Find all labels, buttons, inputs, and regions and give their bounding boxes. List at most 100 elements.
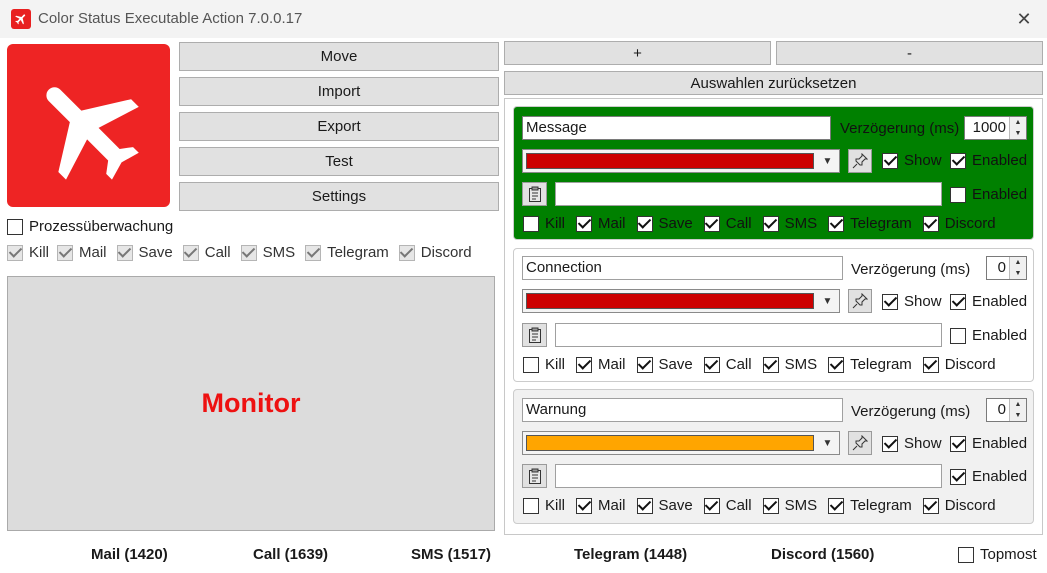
chevron-down-icon[interactable]: ▼ [816, 290, 839, 312]
process-monitoring-checkbox[interactable]: Prozessüberwachung [7, 218, 173, 235]
checkbox-box[interactable] [703, 215, 720, 232]
checkbox-box[interactable] [762, 356, 779, 373]
option-call[interactable]: Call [703, 497, 752, 514]
enabled-checkbox[interactable]: Enabled [950, 293, 1027, 310]
checkbox-box[interactable] [240, 244, 257, 261]
checkbox-box[interactable] [7, 244, 23, 261]
topmost-checkbox[interactable]: Topmost [958, 546, 1037, 563]
delay-stepper[interactable]: 1000 ▲ ▼ [964, 116, 1027, 140]
checkbox-box[interactable] [57, 244, 74, 261]
option-telegram[interactable]: Telegram [828, 497, 912, 514]
checkbox-box[interactable] [762, 215, 779, 232]
checkbox-box[interactable] [950, 327, 966, 344]
show-checkbox[interactable]: Show [882, 293, 942, 310]
global-option-telegram[interactable]: Telegram [305, 244, 389, 261]
checkbox-box[interactable] [950, 468, 966, 485]
option-sms[interactable]: SMS [762, 215, 817, 232]
chevron-down-icon[interactable]: ▼ [816, 150, 839, 172]
checkbox-box[interactable] [922, 215, 939, 232]
option-discord[interactable]: Discord [922, 215, 996, 232]
browse-exec-button[interactable] [522, 323, 547, 347]
option-kill[interactable]: Kill [523, 497, 565, 514]
exec-enabled-checkbox[interactable]: Enabled [950, 186, 1027, 203]
option-save[interactable]: Save [636, 497, 693, 514]
exec-enabled-checkbox[interactable]: Enabled [950, 327, 1027, 344]
browse-exec-button[interactable] [522, 182, 547, 206]
add-button[interactable]: + [504, 41, 771, 65]
checkbox-box[interactable] [703, 356, 720, 373]
spin-down-icon[interactable]: ▼ [1010, 128, 1026, 139]
exec-path-input[interactable] [555, 464, 942, 488]
checkbox-box[interactable] [305, 244, 322, 261]
color-select[interactable]: ▼ [522, 289, 840, 313]
checkbox-box[interactable] [182, 244, 199, 261]
option-mail[interactable]: Mail [576, 215, 626, 232]
delay-stepper[interactable]: 0 ▲ ▼ [986, 398, 1027, 422]
option-mail[interactable]: Mail [576, 497, 626, 514]
test-button[interactable]: Test [179, 147, 499, 176]
pin-button[interactable] [848, 289, 872, 313]
global-option-sms[interactable]: SMS [240, 244, 295, 261]
option-telegram[interactable]: Telegram [828, 356, 912, 373]
chevron-down-icon[interactable]: ▼ [816, 432, 839, 454]
option-call[interactable]: Call [703, 215, 752, 232]
exec-path-input[interactable] [555, 323, 942, 347]
checkbox-box[interactable] [523, 497, 539, 514]
checkbox-box[interactable] [762, 497, 779, 514]
checkbox-box[interactable] [398, 244, 415, 261]
global-option-mail[interactable]: Mail [57, 244, 107, 261]
checkbox-box[interactable] [922, 356, 939, 373]
checkbox-box[interactable] [950, 152, 966, 169]
enabled-checkbox[interactable]: Enabled [950, 435, 1027, 452]
import-button[interactable]: Import [179, 77, 499, 106]
option-kill[interactable]: Kill [523, 356, 565, 373]
checkbox-box[interactable] [636, 497, 653, 514]
checkbox-box[interactable] [523, 356, 539, 373]
spin-up-icon[interactable]: ▲ [1010, 257, 1026, 268]
option-save[interactable]: Save [636, 215, 693, 232]
option-telegram[interactable]: Telegram [828, 215, 912, 232]
checkbox-box[interactable] [7, 218, 23, 235]
option-sms[interactable]: SMS [762, 497, 817, 514]
show-checkbox[interactable]: Show [882, 152, 942, 169]
exec-enabled-checkbox[interactable]: Enabled [950, 468, 1027, 485]
pin-button[interactable] [848, 149, 872, 173]
spin-down-icon[interactable]: ▼ [1010, 410, 1026, 421]
option-sms[interactable]: SMS [762, 356, 817, 373]
global-option-discord[interactable]: Discord [398, 244, 472, 261]
checkbox-box[interactable] [828, 356, 845, 373]
global-option-call[interactable]: Call [182, 244, 231, 261]
delay-stepper[interactable]: 0 ▲ ▼ [986, 256, 1027, 280]
option-mail[interactable]: Mail [576, 356, 626, 373]
checkbox-box[interactable] [523, 215, 539, 232]
checkbox-box[interactable] [828, 497, 845, 514]
checkbox-box[interactable] [116, 244, 133, 261]
status-name-input[interactable]: Message [522, 116, 831, 140]
checkbox-box[interactable] [828, 215, 845, 232]
pin-button[interactable] [848, 431, 872, 455]
checkbox-box[interactable] [922, 497, 939, 514]
option-discord[interactable]: Discord [922, 356, 996, 373]
delay-value[interactable]: 1000 [965, 117, 1009, 139]
exec-path-input[interactable] [555, 182, 942, 206]
status-name-input[interactable]: Warnung [522, 398, 843, 422]
option-save[interactable]: Save [636, 356, 693, 373]
color-select[interactable]: ▼ [522, 149, 840, 173]
checkbox-box[interactable] [950, 435, 966, 452]
close-icon[interactable]: ✕ [1001, 0, 1047, 38]
option-kill[interactable]: Kill [523, 215, 565, 232]
status-name-input[interactable]: Connection [522, 256, 843, 280]
checkbox-box[interactable] [950, 293, 966, 310]
reset-selections-button[interactable]: Auswahlen zurücksetzen [504, 71, 1043, 95]
checkbox-box[interactable] [958, 546, 974, 563]
checkbox-box[interactable] [576, 215, 593, 232]
option-call[interactable]: Call [703, 356, 752, 373]
spin-up-icon[interactable]: ▲ [1010, 117, 1026, 128]
move-button[interactable]: Move [179, 42, 499, 71]
spin-down-icon[interactable]: ▼ [1010, 268, 1026, 279]
checkbox-box[interactable] [882, 435, 898, 452]
settings-button[interactable]: Settings [179, 182, 499, 211]
color-select[interactable]: ▼ [522, 431, 840, 455]
checkbox-box[interactable] [636, 356, 653, 373]
checkbox-box[interactable] [576, 356, 593, 373]
